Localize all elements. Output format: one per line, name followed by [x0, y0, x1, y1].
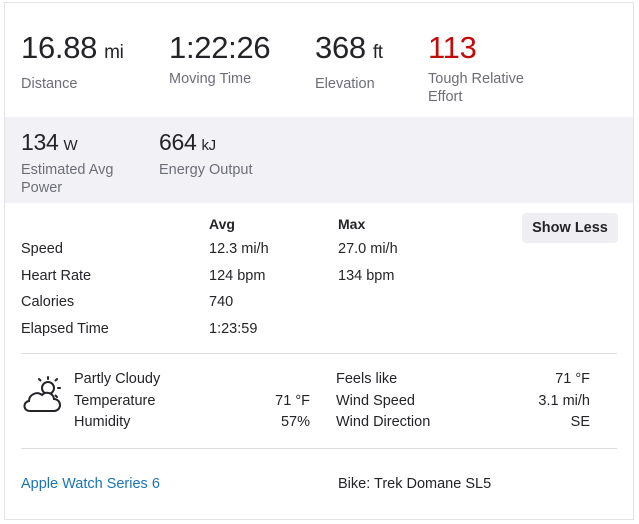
- energy-value: 664: [159, 129, 197, 155]
- wind-speed-value: 3.1 mi/h: [538, 393, 590, 409]
- heart-rate-avg: 124 bpm: [209, 268, 266, 284]
- distance-value: 16.88: [21, 30, 98, 65]
- power-unit: W: [63, 137, 78, 154]
- energy-label: Energy Output: [159, 162, 253, 178]
- speed-avg: 12.3 mi/h: [209, 241, 269, 257]
- divider: [21, 448, 617, 449]
- wind-speed-label: Wind Speed: [336, 393, 415, 409]
- wind-direction-value: SE: [570, 414, 590, 430]
- column-header-max: Max: [338, 216, 366, 232]
- elevation-label: Elevation: [315, 76, 375, 92]
- row-label-heart-rate: Heart Rate: [21, 268, 92, 284]
- calories-avg: 740: [209, 294, 234, 310]
- feels-like-label: Feels like: [336, 371, 398, 387]
- stat-energy-output: 664 kJ Energy Output: [159, 129, 253, 179]
- power-label: Estimated Avg Power: [21, 162, 114, 196]
- device-link[interactable]: Apple Watch Series 6: [21, 476, 160, 492]
- energy-unit: kJ: [201, 137, 216, 154]
- row-label-calories: Calories: [21, 294, 75, 310]
- weather-condition: Partly Cloudy: [74, 371, 161, 387]
- feels-like-value: 71 °F: [555, 371, 590, 387]
- stat-avg-power: 134 W Estimated Avg Power: [21, 129, 113, 197]
- temperature-value: 71 °F: [275, 393, 310, 409]
- stat-relative-effort[interactable]: 113 Tough Relative Effort: [428, 31, 524, 106]
- humidity-label: Humidity: [74, 414, 131, 430]
- show-less-button[interactable]: Show Less: [522, 213, 618, 243]
- secondary-stats-band: 134 W Estimated Avg Power 664 kJ Energy Ou…: [5, 117, 633, 203]
- stat-elevation: 368 ft Elevation: [315, 31, 383, 93]
- row-label-speed: Speed: [21, 241, 63, 257]
- stat-moving-time: 1:22:26 Moving Time: [169, 30, 271, 88]
- relative-effort-label: Tough Relative Effort: [428, 71, 524, 105]
- heart-rate-max: 134 bpm: [338, 268, 395, 284]
- power-value: 134: [21, 129, 59, 155]
- stat-distance: 16.88 mi Distance: [21, 31, 124, 93]
- humidity-value: 57%: [280, 414, 310, 430]
- relative-effort-value: 113: [428, 30, 477, 65]
- speed-max: 27.0 mi/h: [338, 241, 398, 257]
- distance-label: Distance: [21, 76, 78, 92]
- bike-info: Bike: Trek Domane SL5: [338, 476, 492, 492]
- elevation-unit: ft: [372, 42, 383, 63]
- distance-unit: mi: [104, 42, 124, 63]
- activity-stats-card: 16.88 mi Distance 1:22:26 Moving Time 368…: [4, 2, 634, 520]
- moving-time-value: 1:22:26: [169, 30, 271, 65]
- row-label-elapsed-time: Elapsed Time: [21, 321, 109, 337]
- elevation-value: 368: [315, 30, 366, 65]
- column-header-avg: Avg: [209, 216, 235, 232]
- wind-direction-label: Wind Direction: [336, 414, 431, 430]
- elapsed-time-avg: 1:23:59: [209, 321, 258, 337]
- partly-cloudy-icon: [23, 376, 61, 412]
- divider: [21, 353, 617, 354]
- temperature-label: Temperature: [74, 393, 156, 409]
- moving-time-label: Moving Time: [169, 71, 252, 87]
